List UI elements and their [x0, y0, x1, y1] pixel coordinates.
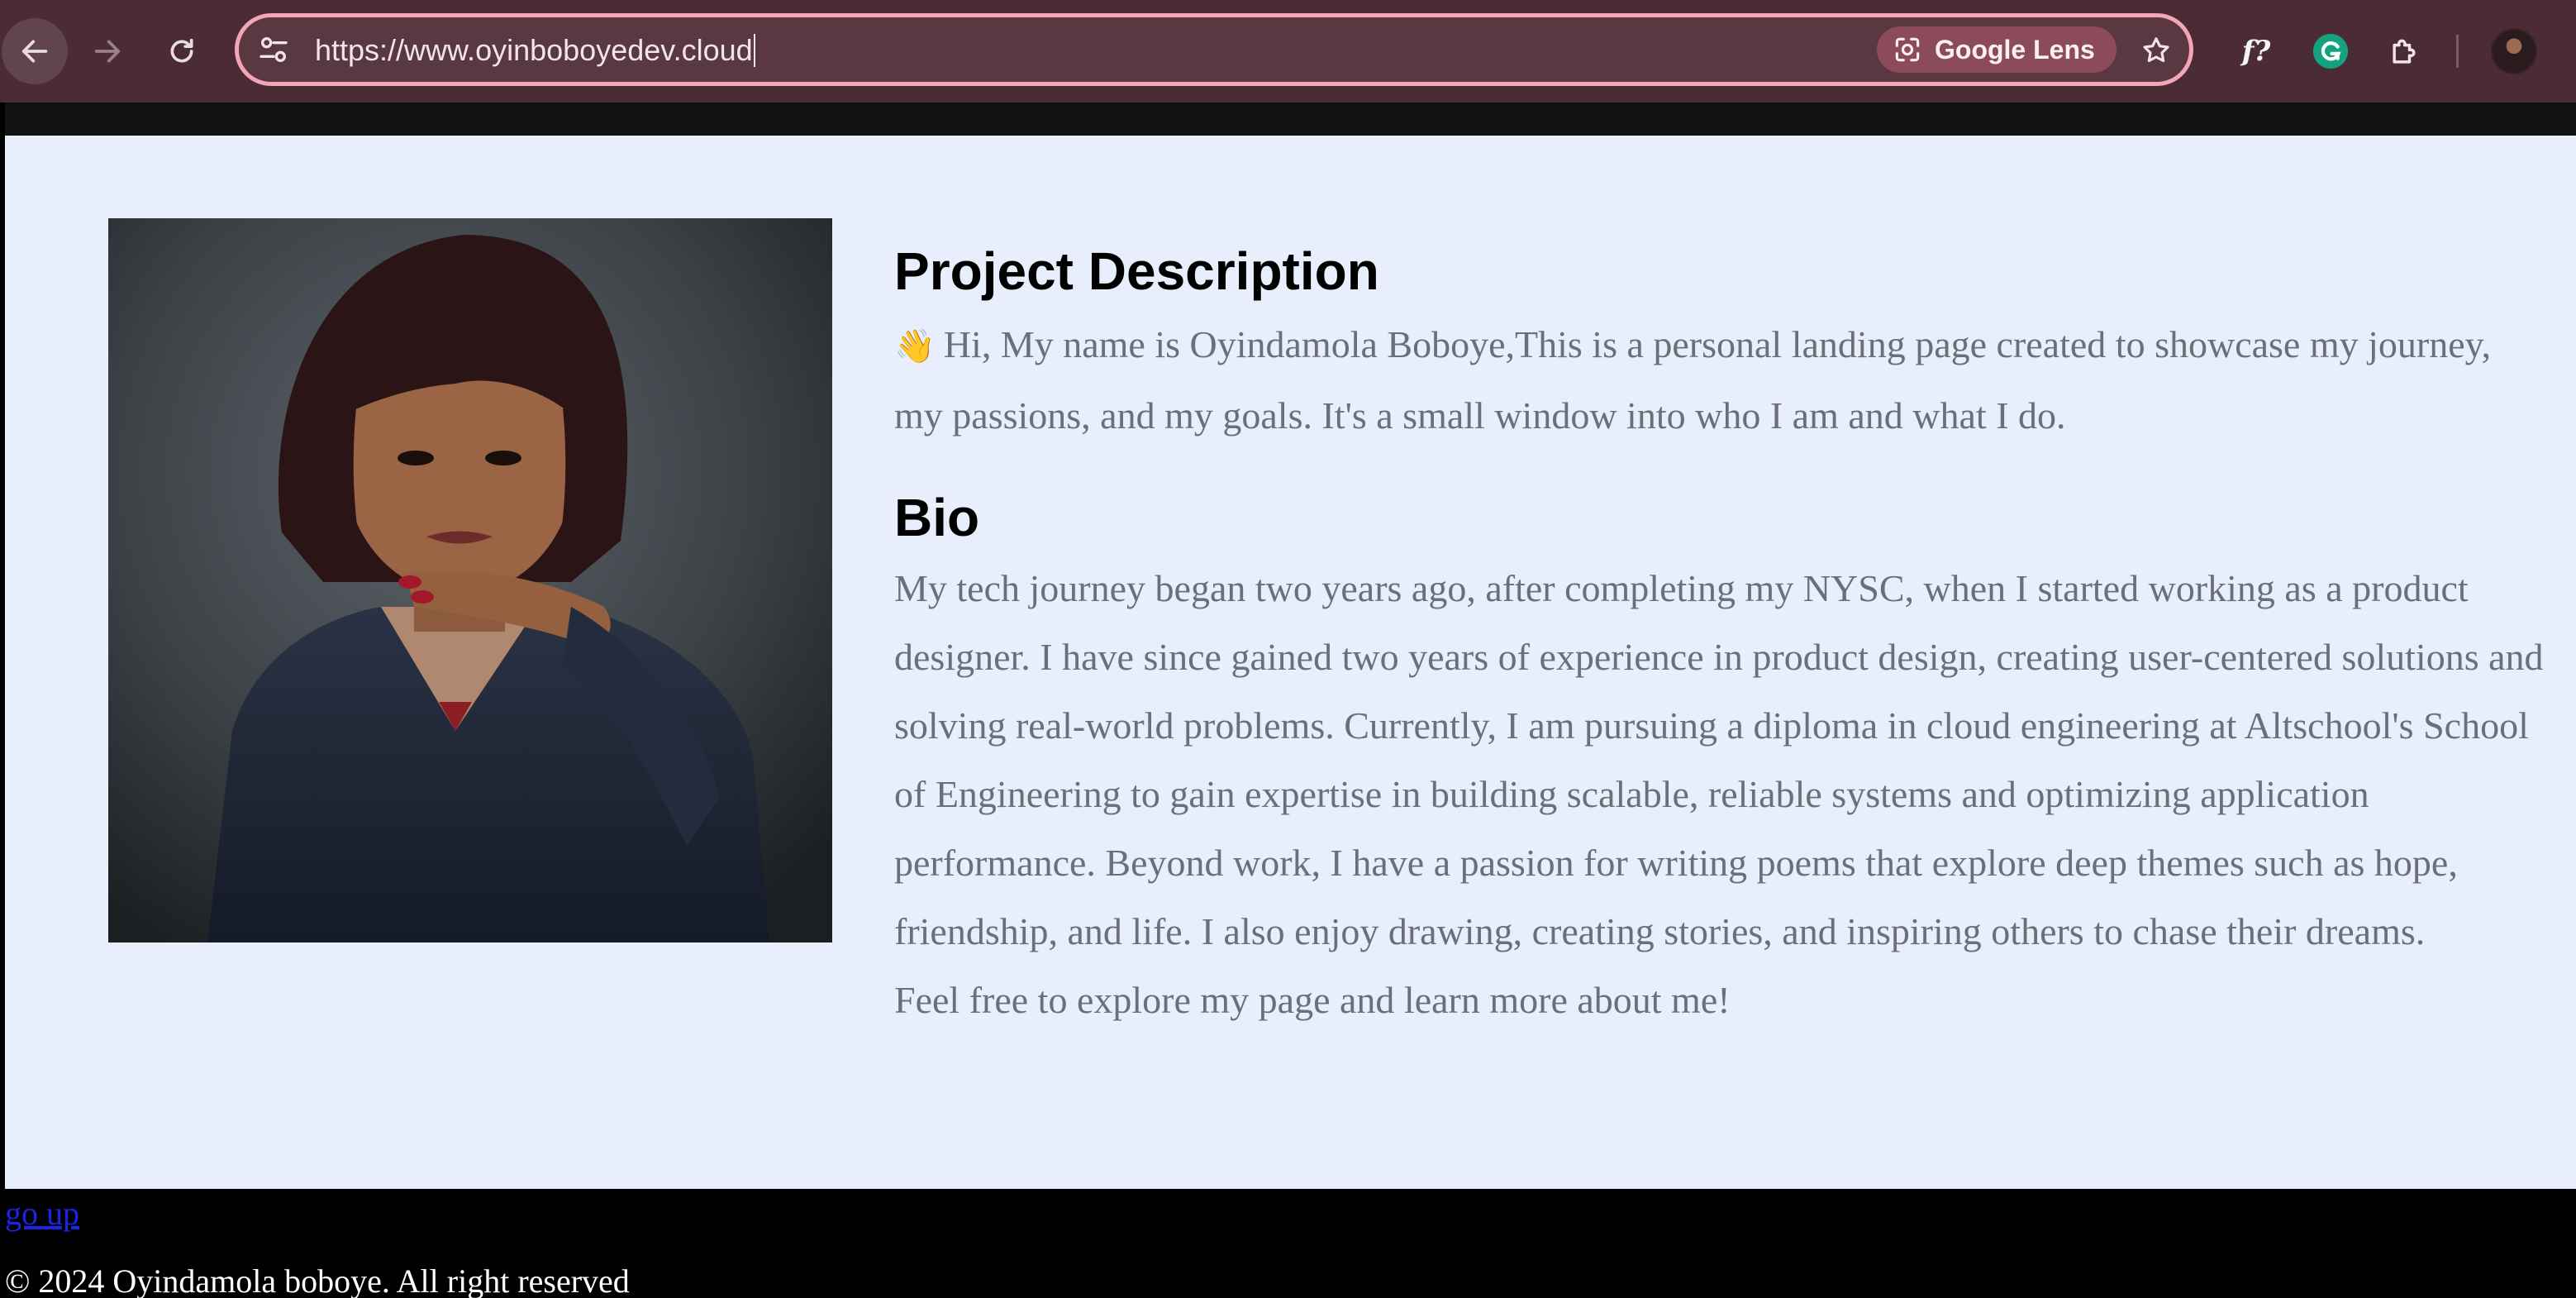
reload-icon	[170, 38, 193, 63]
google-lens-label: Google Lens	[1935, 34, 2095, 64]
url-field[interactable]: https://www.oyinboboyedev.cloud	[315, 32, 755, 69]
main-section: Project Description 👋 Hi, My name is Oyin…	[5, 136, 2576, 1189]
page-footer: go up © 2024 Oyindamola boboye. All righ…	[0, 1189, 2576, 1298]
bio-heading: Bio	[894, 488, 980, 547]
star-icon[interactable]	[2140, 34, 2173, 67]
project-description-text: 👋 Hi, My name is Oyindamola Boboye,This i…	[894, 310, 2547, 450]
toolbar-separator	[2456, 35, 2459, 68]
profile-photo	[108, 218, 832, 942]
text-caret	[753, 34, 755, 67]
puzzle-icon[interactable]	[2380, 26, 2430, 76]
google-lens-button[interactable]: Google Lens	[1877, 26, 2117, 73]
formula-extension-label: f?	[2241, 35, 2271, 68]
project-description-body: Hi, My name is Oyindamola Boboye,This is…	[894, 323, 2492, 437]
forward-button[interactable]	[74, 18, 140, 84]
profile-avatar-icon[interactable]	[2489, 26, 2539, 76]
project-description-heading: Project Description	[894, 241, 1379, 301]
waving-hand-icon: 👋	[894, 327, 936, 365]
arrow-left-icon	[21, 40, 48, 63]
url-text: https://www.oyinboboyedev.cloud	[315, 33, 753, 67]
grammarly-icon[interactable]	[2306, 26, 2355, 76]
arrow-right-icon	[94, 40, 121, 63]
formula-extension-icon[interactable]: f?	[2231, 26, 2281, 76]
address-bar[interactable]: https://www.oyinboboyedev.cloud Google L…	[235, 13, 2193, 86]
go-up-link[interactable]: go up	[5, 1194, 79, 1234]
bio-text: My tech journey began two years ago, aft…	[894, 554, 2555, 1034]
reload-button[interactable]	[149, 18, 215, 84]
browser-toolbar: https://www.oyinboboyedev.cloud Google L…	[0, 0, 2576, 103]
page-header-strip	[5, 103, 2576, 136]
back-button[interactable]	[2, 18, 68, 84]
copyright-text: © 2024 Oyindamola boboye. All right rese…	[5, 1262, 630, 1298]
avatar	[2491, 28, 2537, 74]
tune-icon[interactable]	[257, 33, 290, 66]
google-lens-icon	[1895, 37, 1920, 62]
bio-body: My tech journey began two years ago, aft…	[894, 567, 2544, 952]
bio-closing: Feel free to explore my page and learn m…	[894, 979, 1731, 1021]
